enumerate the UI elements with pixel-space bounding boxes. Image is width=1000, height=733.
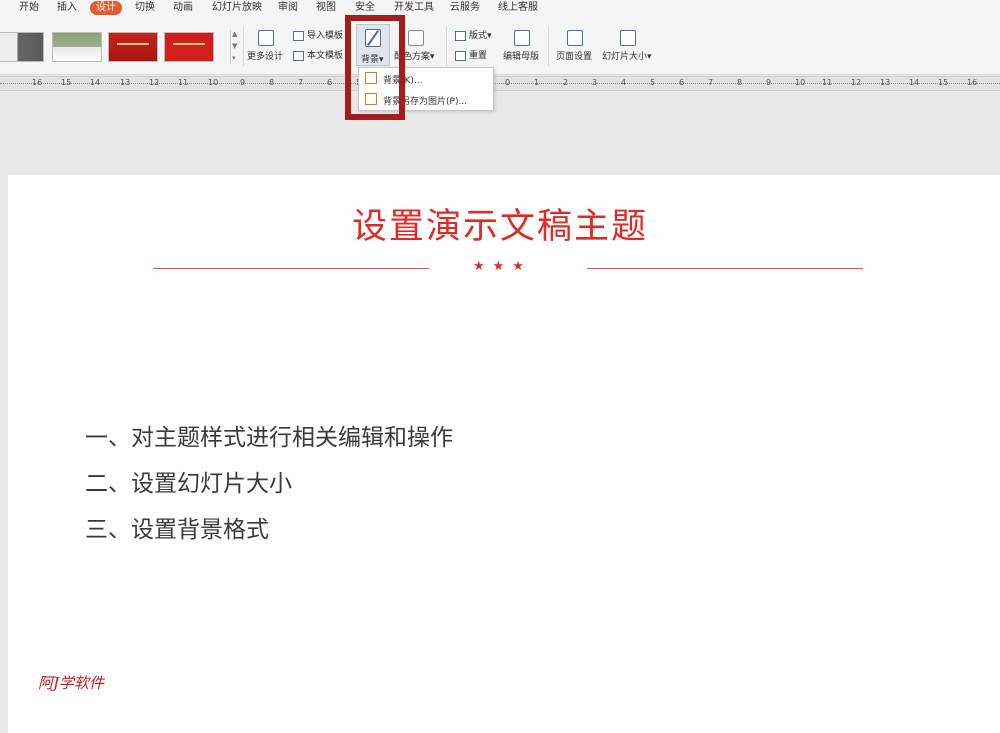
more-design-icon[interactable] <box>258 30 274 46</box>
ruler-label: 10 <box>795 78 806 87</box>
bullet-item-3[interactable]: 三、设置背景格式 <box>85 515 269 545</box>
ruler-label: 8 <box>269 78 275 87</box>
ruler-label: 0 <box>505 78 511 87</box>
page-setup-icon[interactable] <box>567 30 583 46</box>
horizontal-ruler: 16 15 14 13 12 11 10 9 8 7 6 5 4 3 2 1 0… <box>0 76 1000 91</box>
slide-title[interactable]: 设置演示文稿主题 <box>0 205 1000 249</box>
ruler-label: 7 <box>298 78 304 87</box>
theme-thumbnail-3[interactable] <box>108 32 158 62</box>
menu-slideshow[interactable]: 幻灯片放映 <box>212 2 262 14</box>
menu-design[interactable]: 设计 <box>90 1 122 15</box>
ribbon-separator <box>446 26 447 66</box>
title-divider-left <box>153 268 429 269</box>
menu-animation[interactable]: 动画 <box>173 2 193 14</box>
theme-thumbnail-4[interactable] <box>164 32 214 62</box>
page-setup-button[interactable]: 页面设置 <box>556 52 592 63</box>
slide-canvas[interactable]: 设置演示文稿主题 ★★★ 一、对主题样式进行相关编辑和操作 二、设置幻灯片大小 … <box>8 175 1000 733</box>
ruler-label: 1 <box>534 78 540 87</box>
ruler-label: 13 <box>120 78 131 87</box>
ruler-label: 16 <box>967 78 978 87</box>
ruler-label: 12 <box>851 78 862 87</box>
thumbnail-title-bar <box>117 43 149 45</box>
gallery-expand-icon[interactable]: ▾ <box>232 54 236 62</box>
menu-view[interactable]: 视图 <box>316 2 336 14</box>
menu-devtools[interactable]: 开发工具 <box>394 2 434 14</box>
menu-review[interactable]: 审阅 <box>278 2 298 14</box>
highlight-box <box>345 15 405 120</box>
ribbon: ▲ ▼ ▾ 更多设计 导入模板 本文模板 配色方案▾ 版式▾ 重置 编辑母版 页… <box>0 16 1000 75</box>
thumbnail-title-bar <box>173 43 205 45</box>
chevron-up-icon[interactable]: ▲ <box>232 30 237 38</box>
ruler-label: 2 <box>563 78 569 87</box>
color-scheme-icon[interactable] <box>408 30 424 46</box>
ruler-label: 8 <box>737 78 743 87</box>
menu-transition[interactable]: 切换 <box>135 2 155 14</box>
menu-online-service[interactable]: 线上客服 <box>498 2 538 14</box>
title-stars: ★★★ <box>473 259 532 274</box>
ruler-label: 15 <box>61 78 72 87</box>
ruler-label: 7 <box>708 78 714 87</box>
ruler-label: 5 <box>650 78 656 87</box>
gallery-scroll[interactable]: ▲ ▼ ▾ <box>230 30 239 64</box>
ruler-label: 16 <box>32 78 43 87</box>
bullet-item-2[interactable]: 二、设置幻灯片大小 <box>85 469 292 499</box>
ruler-label: 4 <box>621 78 627 87</box>
title-divider-right <box>587 268 863 269</box>
layout-icon <box>455 31 466 41</box>
reset-button[interactable]: 重置 <box>469 51 487 62</box>
text-template-button[interactable]: 本文模板 <box>307 51 343 62</box>
ruler-label: 12 <box>149 78 160 87</box>
menu-cloud[interactable]: 云服务 <box>450 2 480 14</box>
ruler-label: 3 <box>592 78 598 87</box>
menu-insert[interactable]: 插入 <box>57 2 77 14</box>
reset-icon <box>455 51 466 61</box>
menu-bar: 开始 插入 设计 切换 动画 幻灯片放映 审阅 视图 安全 开发工具 云服务 线… <box>0 0 1000 16</box>
menu-start[interactable]: 开始 <box>19 2 39 14</box>
import-template-icon <box>293 31 304 41</box>
ruler-label: 6 <box>679 78 685 87</box>
more-design-button[interactable]: 更多设计 <box>247 52 283 63</box>
theme-thumbnail-2[interactable] <box>52 32 102 62</box>
theme-thumbnail-1[interactable] <box>0 32 44 62</box>
watermark-text: 阿J学软件 <box>38 674 105 692</box>
ruler-label: 15 <box>938 78 949 87</box>
edit-master-icon[interactable] <box>514 30 530 46</box>
menu-security[interactable]: 安全 <box>355 2 375 14</box>
ruler-label: 9 <box>240 78 246 87</box>
slide-size-button[interactable]: 幻灯片大小▾ <box>602 52 652 63</box>
bullet-item-1[interactable]: 一、对主题样式进行相关编辑和操作 <box>85 423 453 453</box>
layout-button[interactable]: 版式▾ <box>469 31 492 42</box>
import-template-button[interactable]: 导入模板 <box>307 31 343 42</box>
ribbon-separator <box>548 26 549 66</box>
ruler-label: 9 <box>766 78 772 87</box>
chevron-down-icon[interactable]: ▼ <box>232 42 237 50</box>
ruler-label: 11 <box>178 78 189 87</box>
ruler-label: 6 <box>327 78 333 87</box>
ruler-label: 10 <box>208 78 219 87</box>
ribbon-separator <box>243 26 244 66</box>
ruler-label: 14 <box>909 78 920 87</box>
ruler-label: 11 <box>822 78 833 87</box>
edit-master-button[interactable]: 编辑母版 <box>503 52 539 63</box>
slide-size-icon[interactable] <box>620 30 636 46</box>
ruler-label: 14 <box>90 78 101 87</box>
ruler-label: 13 <box>880 78 891 87</box>
text-template-icon <box>293 51 304 61</box>
